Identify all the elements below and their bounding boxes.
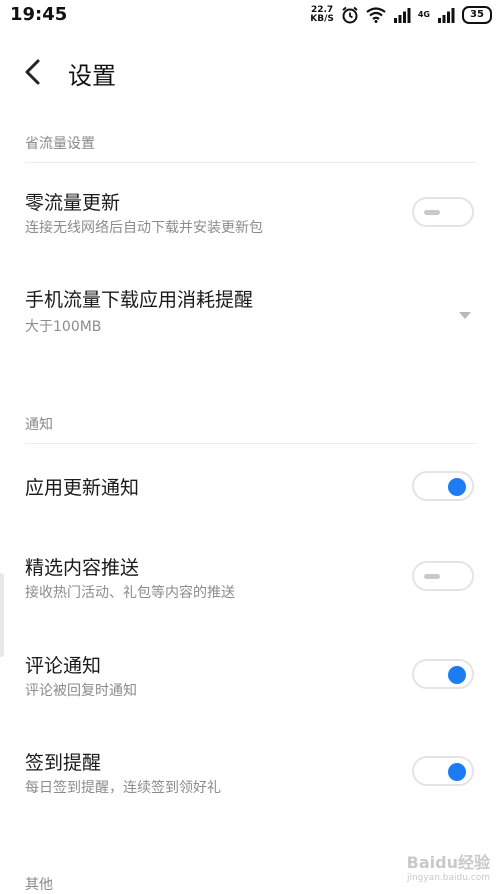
section-header-other: 其他: [25, 877, 53, 893]
setting-title: 零流量更新: [25, 192, 121, 214]
divider: [25, 443, 476, 444]
setting-subtitle: 每日签到提醒，连续签到领好礼: [25, 780, 221, 796]
setting-mobile-data-reminder[interactable]: 手机流量下载应用消耗提醒 大于100MB: [0, 278, 500, 348]
network-speed-unit: KB/S: [310, 14, 334, 24]
setting-subtitle: 评论被回复时通知: [25, 683, 137, 699]
comment-notification-toggle[interactable]: [412, 659, 474, 689]
status-icons: 22.7 KB/S 4G 35: [310, 4, 492, 26]
toggle-off-indicator: [424, 210, 440, 215]
watermark-url: jingyan.baidu.com: [406, 873, 490, 883]
setting-value: 大于100MB: [25, 319, 102, 335]
setting-featured-push[interactable]: 精选内容推送 接收热门活动、礼包等内容的推送: [0, 546, 500, 616]
toggle-on-indicator: [448, 478, 466, 496]
edge-swipe-handle[interactable]: [0, 573, 4, 657]
chevron-left-icon: [25, 59, 40, 85]
featured-push-toggle[interactable]: [412, 561, 474, 591]
setting-comment-notification[interactable]: 评论通知 评论被回复时通知: [0, 644, 500, 714]
toggle-on-indicator: [448, 666, 466, 684]
wifi-icon: [366, 7, 386, 23]
status-time: 19:45: [10, 4, 68, 25]
divider: [25, 162, 476, 163]
setting-title: 手机流量下载应用消耗提醒: [25, 289, 254, 311]
setting-title: 签到提醒: [25, 752, 102, 774]
alarm-icon: [341, 6, 359, 24]
dropdown-arrow-icon[interactable]: [457, 305, 473, 319]
signal-icon-secondary: [437, 7, 455, 23]
setting-title: 精选内容推送: [25, 557, 140, 579]
signal-icon: [393, 7, 411, 23]
zero-data-update-toggle[interactable]: [412, 197, 474, 227]
section-header-notifications: 通知: [25, 417, 53, 433]
watermark: Baidu经验 jingyan.baidu.com: [407, 849, 490, 883]
battery-icon: 35: [462, 6, 492, 24]
setting-subtitle: 连接无线网络后自动下载并安装更新包: [25, 220, 263, 236]
setting-title: 评论通知: [25, 655, 102, 677]
section-header-data-saving: 省流量设置: [25, 136, 95, 152]
back-button[interactable]: [18, 56, 50, 88]
network-type: 4G: [417, 10, 430, 19]
page-title: 设置: [68, 62, 116, 90]
network-speed: 22.7 KB/S: [310, 6, 334, 24]
app-bar: 设置: [0, 46, 500, 98]
setting-checkin-reminder[interactable]: 签到提醒 每日签到提醒，连续签到领好礼: [0, 741, 500, 811]
setting-title: 应用更新通知: [25, 477, 140, 499]
app-update-toggle[interactable]: [412, 471, 474, 501]
toggle-on-indicator: [448, 763, 466, 781]
watermark-brand: Baidu经验: [406, 853, 490, 872]
checkin-reminder-toggle[interactable]: [412, 756, 474, 786]
setting-app-update[interactable]: 应用更新通知: [0, 466, 500, 510]
toggle-off-indicator: [424, 574, 440, 579]
setting-zero-data-update[interactable]: 零流量更新 连接无线网络后自动下载并安装更新包: [0, 180, 500, 250]
setting-subtitle: 接收热门活动、礼包等内容的推送: [25, 585, 235, 601]
status-bar: 19:45 22.7 KB/S 4G 35: [0, 0, 500, 30]
